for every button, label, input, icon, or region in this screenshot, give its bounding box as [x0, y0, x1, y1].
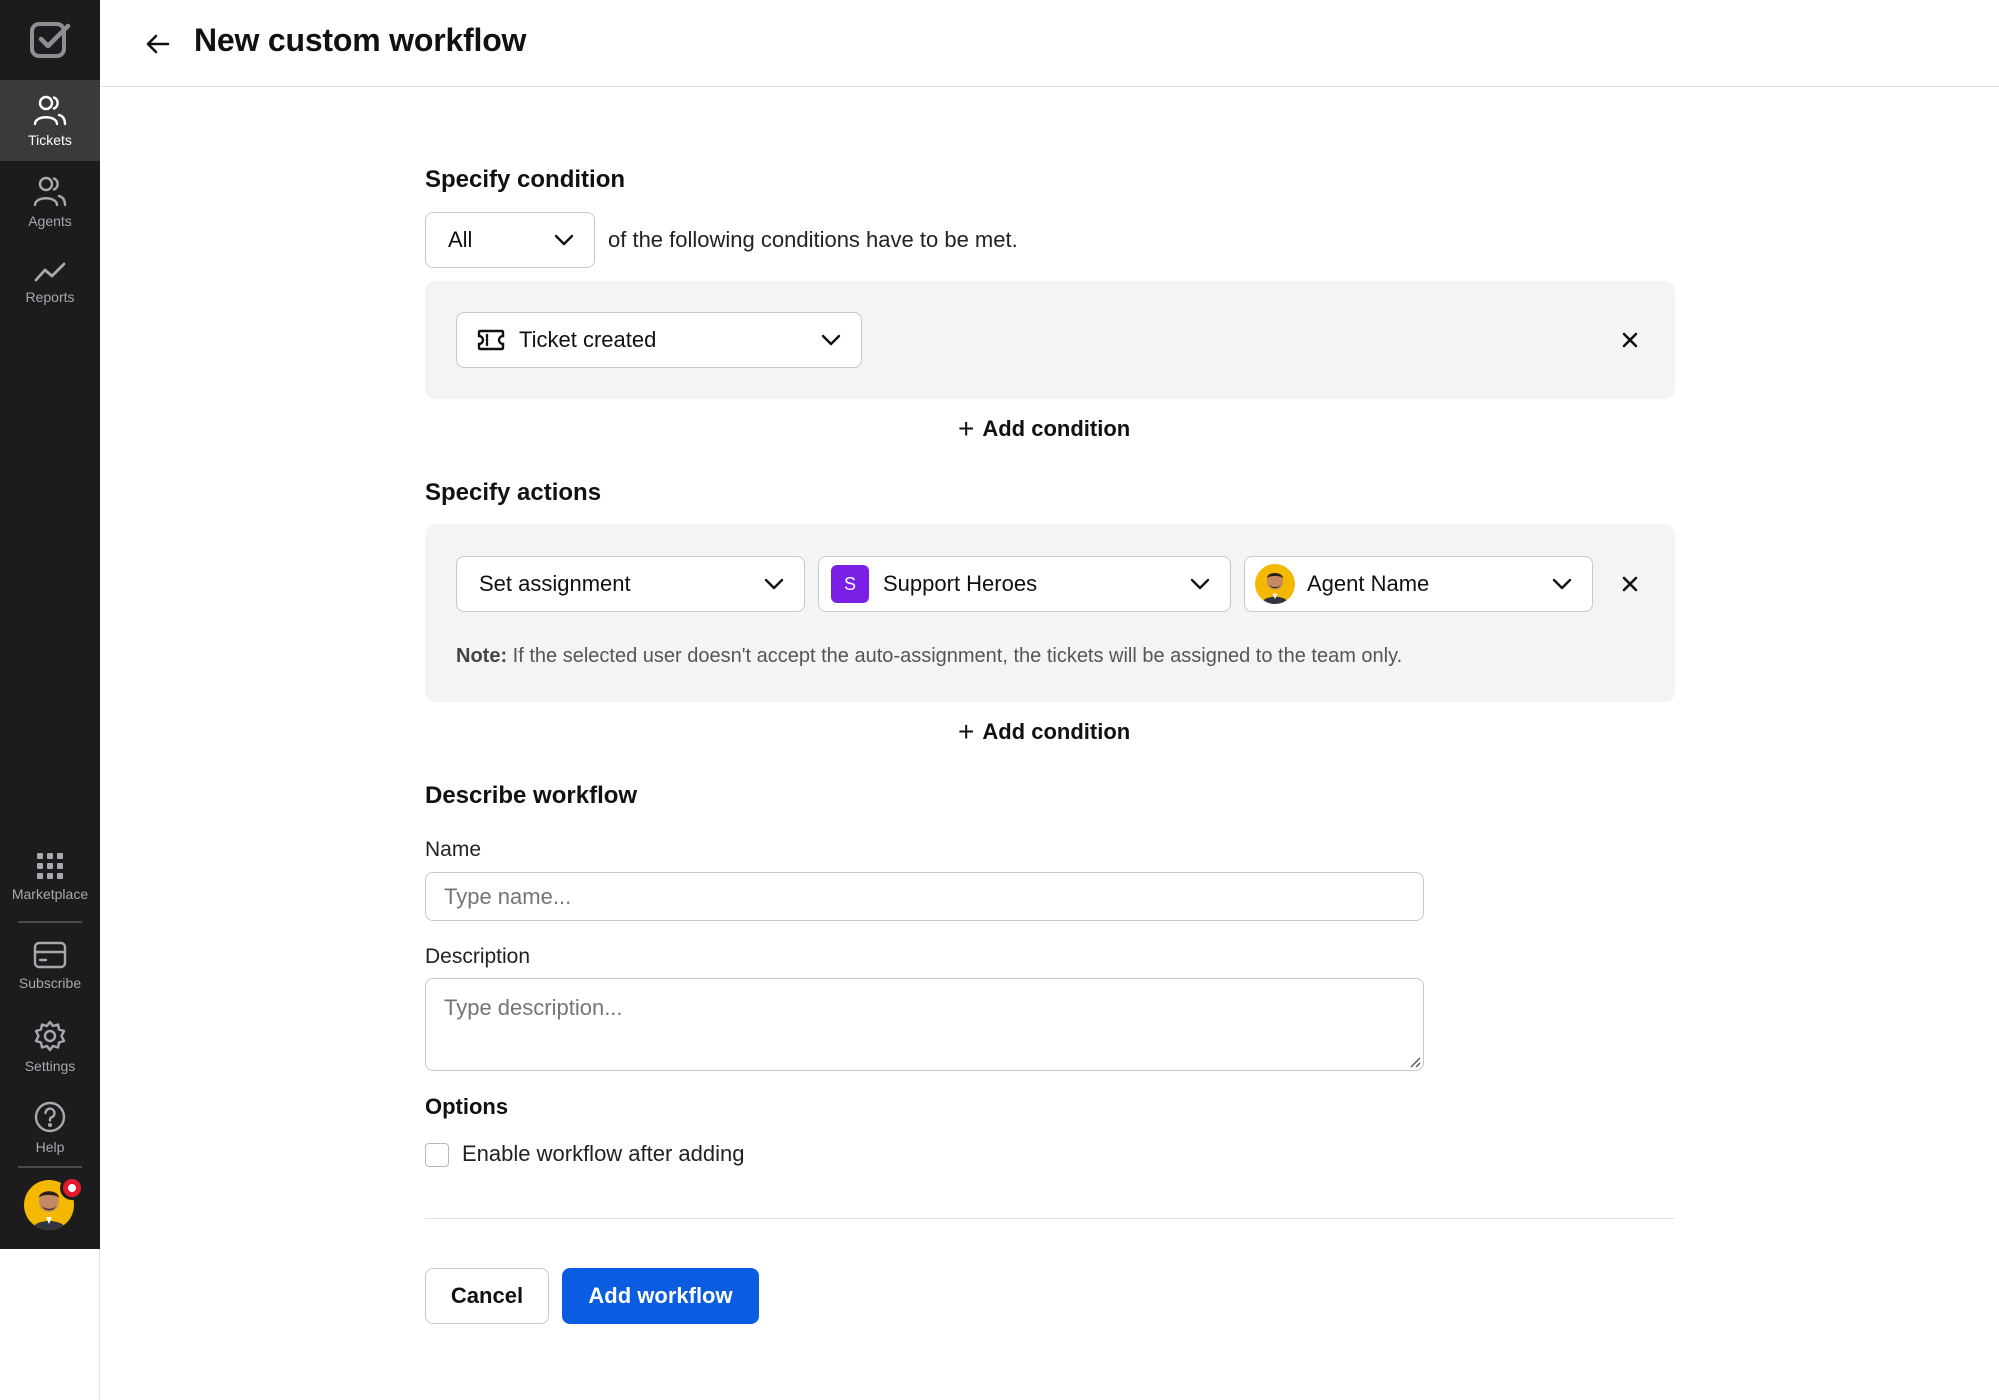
app-logo[interactable] — [0, 0, 100, 80]
chevron-down-icon — [554, 234, 574, 246]
add-condition-button[interactable]: + Add condition — [958, 415, 1130, 443]
sidebar-item-label: Agents — [28, 212, 72, 229]
user-avatar[interactable] — [24, 1176, 84, 1234]
sidebar-item-reports[interactable]: Reports — [0, 242, 100, 323]
sidebar-item-label: Marketplace — [11, 885, 89, 902]
grid-icon — [37, 852, 63, 879]
logo-icon — [30, 22, 71, 58]
person-avatar-icon — [1261, 573, 1289, 604]
back-button[interactable] — [140, 26, 176, 62]
enable-workflow-checkbox[interactable] — [425, 1143, 449, 1167]
users-icon — [33, 176, 67, 206]
chevron-down-icon — [1552, 578, 1572, 590]
sidebar-item-agents[interactable]: Agents — [0, 161, 100, 242]
sidebar-item-label: Settings — [24, 1057, 76, 1074]
agent-avatar — [1255, 564, 1295, 604]
add-workflow-button[interactable]: Add workflow — [562, 1268, 759, 1324]
action-select[interactable]: Set assignment — [456, 556, 805, 612]
note-label: Note: — [456, 645, 508, 667]
actions-panel — [425, 524, 1675, 702]
resize-handle-icon[interactable] — [1409, 1056, 1421, 1068]
add-condition-label: Add condition — [982, 416, 1131, 441]
remove-condition-button[interactable] — [1614, 324, 1646, 356]
cancel-button[interactable]: Cancel — [425, 1268, 549, 1324]
notification-badge — [60, 1176, 84, 1200]
page-header: New custom workflow — [100, 0, 1999, 87]
sidebar-item-label: Subscribe — [18, 974, 82, 991]
trend-icon — [34, 262, 66, 281]
chevron-down-icon — [821, 334, 841, 346]
sidebar-divider — [18, 921, 82, 923]
plus-icon: + — [958, 413, 975, 444]
plus-icon: + — [958, 716, 975, 747]
close-icon — [1622, 332, 1638, 348]
trigger-value: Ticket created — [519, 327, 657, 352]
sidebar-item-marketplace[interactable]: Marketplace — [0, 836, 100, 917]
add-action-label: Add condition — [982, 719, 1131, 744]
sidebar: Tickets Agents Reports Marketplace Subsc… — [0, 0, 100, 1249]
chevron-down-icon — [764, 578, 784, 590]
options-section-title: Options — [425, 1094, 509, 1119]
team-value: Support Heroes — [883, 571, 1038, 596]
description-label: Description — [425, 945, 531, 968]
quantifier-select[interactable]: All — [425, 212, 595, 268]
action-value: Set assignment — [479, 571, 631, 596]
divider — [99, 1249, 100, 1400]
users-icon — [33, 95, 67, 125]
name-label: Name — [425, 838, 482, 861]
remove-action-button[interactable] — [1614, 568, 1646, 600]
assignment-note: Note: If the selected user doesn't accep… — [456, 645, 1402, 668]
trigger-select[interactable]: Ticket created — [456, 312, 862, 368]
quantifier-suffix: of the following conditions have to be m… — [608, 227, 1018, 252]
name-input[interactable] — [425, 872, 1424, 921]
ticket-icon — [477, 329, 505, 351]
actions-section-title: Specify actions — [425, 479, 602, 506]
card-icon — [33, 941, 67, 968]
description-textarea[interactable] — [425, 978, 1424, 1071]
sidebar-item-help[interactable]: Help — [0, 1087, 100, 1168]
sidebar-item-label: Reports — [25, 288, 75, 305]
enable-workflow-label: Enable workflow after adding — [462, 1141, 745, 1166]
sidebar-item-subscribe[interactable]: Subscribe — [0, 925, 100, 1006]
note-text: If the selected user doesn't accept the … — [512, 645, 1403, 667]
sidebar-divider — [18, 1166, 82, 1168]
sidebar-item-label: Help — [35, 1138, 65, 1155]
help-icon — [34, 1101, 66, 1132]
describe-section-title: Describe workflow — [425, 782, 638, 809]
close-icon — [1622, 576, 1638, 592]
agent-value: Agent Name — [1307, 571, 1430, 596]
team-select[interactable]: S Support Heroes — [818, 556, 1231, 612]
sidebar-item-settings[interactable]: Settings — [0, 1006, 100, 1087]
quantifier-value: All — [448, 227, 473, 252]
sidebar-item-label: Tickets — [28, 131, 72, 148]
team-avatar: S — [831, 565, 869, 603]
agent-select[interactable]: Agent Name — [1244, 556, 1593, 612]
condition-section-title: Specify condition — [425, 166, 626, 193]
sidebar-item-tickets[interactable]: Tickets — [0, 80, 100, 161]
page-title: New custom workflow — [194, 22, 527, 58]
add-action-button[interactable]: + Add condition — [958, 718, 1130, 746]
arrow-left-icon — [146, 34, 170, 54]
gear-icon — [34, 1020, 66, 1051]
chevron-down-icon — [1190, 578, 1210, 590]
footer-divider — [425, 1218, 1675, 1219]
